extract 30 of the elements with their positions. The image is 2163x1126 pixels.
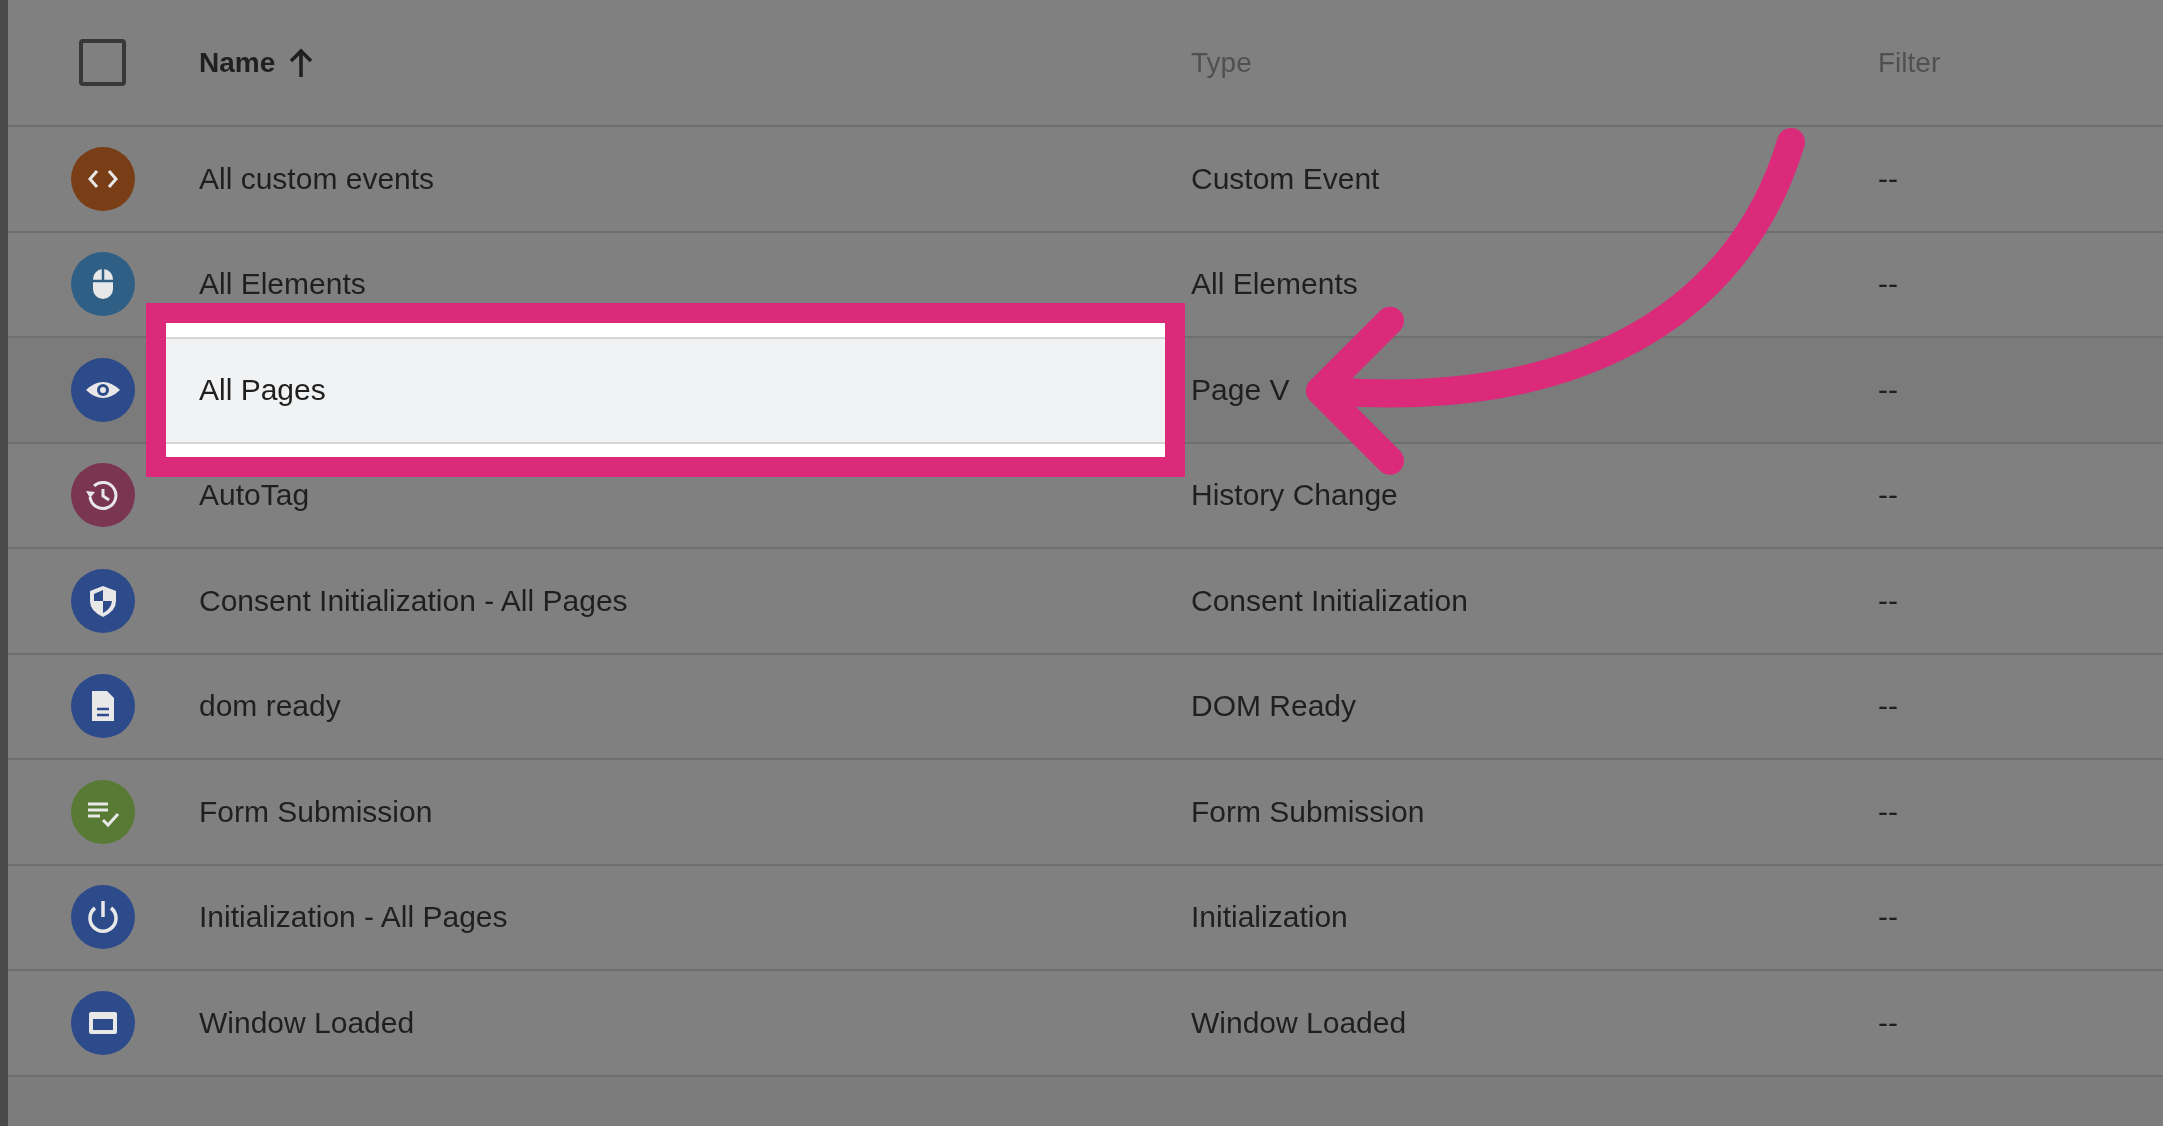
trigger-type: Custom Event	[1191, 163, 1380, 194]
trigger-filter: --	[1878, 1007, 1898, 1038]
trigger-filter: --	[1878, 691, 1898, 722]
trigger-name[interactable]: dom ready	[199, 691, 341, 722]
trigger-filter: --	[1878, 163, 1898, 194]
sort-arrow-icon[interactable]	[289, 47, 314, 78]
trigger-filter: --	[1878, 269, 1898, 300]
trigger-type: History Change	[1191, 480, 1398, 511]
trigger-filter: --	[1878, 480, 1898, 511]
trigger-filter: --	[1878, 796, 1898, 827]
column-header[interactable]: Name	[199, 48, 276, 77]
trigger-name[interactable]: All Elements	[199, 269, 366, 300]
trigger-type: Initialization	[1191, 902, 1348, 933]
trigger-type: Form Submission	[1191, 796, 1425, 827]
trigger-name[interactable]: Window Loaded	[199, 1007, 415, 1038]
trigger-filter: --	[1878, 585, 1898, 616]
trigger-type: Consent Initialization	[1191, 585, 1468, 616]
trigger-filter: --	[1878, 374, 1898, 405]
trigger-name[interactable]: Consent Initialization - All Pages	[199, 585, 628, 616]
trigger-type: DOM Ready	[1191, 691, 1357, 722]
trigger-name[interactable]: Form Submission	[199, 796, 433, 827]
trigger-name[interactable]: All Pages	[199, 374, 326, 405]
trigger-type: Page V	[1191, 374, 1290, 405]
trigger-type: Window Loaded	[1191, 1007, 1407, 1038]
trigger-name[interactable]: Initialization - All Pages	[199, 902, 508, 933]
select-all-checkbox[interactable]	[79, 39, 126, 86]
trigger-name[interactable]: All custom events	[199, 163, 435, 194]
trigger-name[interactable]: AutoTag	[199, 480, 310, 511]
trigger-type: All Elements	[1191, 269, 1358, 300]
trigger-filter: --	[1878, 902, 1898, 933]
